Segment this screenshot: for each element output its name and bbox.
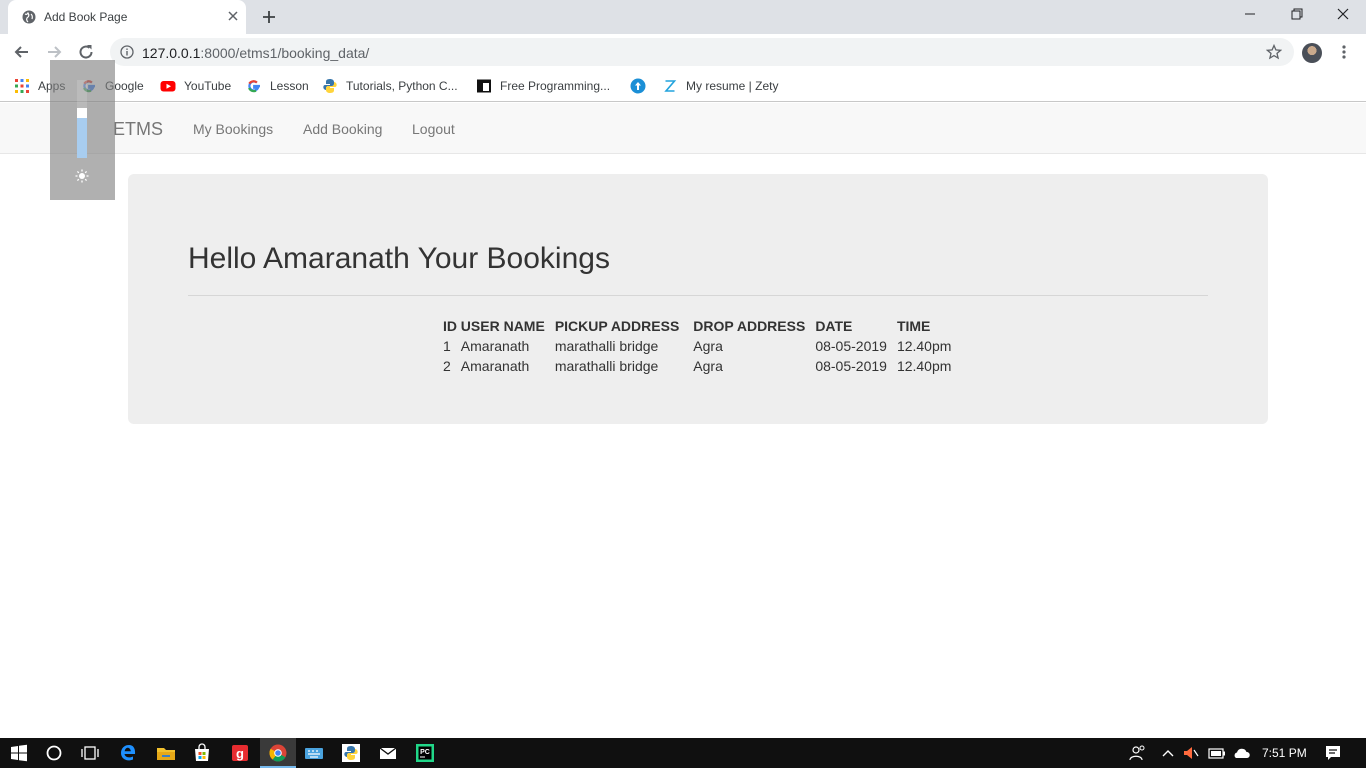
browser-tabstrip: Add Book Page (0, 0, 1366, 34)
bookmark-label: Lesson (270, 79, 309, 93)
upload-circle-icon (630, 78, 646, 94)
bookmark-label: Free Programming... (500, 79, 611, 93)
bookmark-free-programming[interactable]: Free Programming... (476, 77, 610, 95)
page-title: Hello Amaranath Your Bookings (188, 242, 610, 275)
cell-date: 08-05-2019 (815, 338, 887, 354)
column-header-date: DATE (815, 318, 853, 334)
bookmark-label: Tutorials, Python C... (346, 79, 458, 93)
nav-link-my-bookings[interactable]: My Bookings (193, 121, 273, 137)
back-icon[interactable] (12, 42, 32, 62)
brightness-icon (75, 169, 89, 183)
pycharm-icon[interactable]: PC (415, 743, 435, 763)
bookmarks-bar: Apps Google YouTube Lesson (0, 70, 1366, 102)
battery-icon[interactable] (1207, 743, 1227, 763)
cell-id: 2 (443, 358, 451, 374)
apps-grid-icon (15, 79, 29, 93)
cell-id: 1 (443, 338, 451, 354)
nav-link-add-booking[interactable]: Add Booking (303, 121, 382, 137)
cell-time: 12.40pm (896, 338, 952, 354)
task-view-icon[interactable] (80, 743, 100, 763)
column-header-drop-address: DROP ADDRESS (693, 318, 806, 334)
forward-icon[interactable] (44, 42, 64, 62)
cell-user-name: Amaranath (460, 338, 530, 354)
zety-icon (664, 80, 677, 92)
svg-text:g: g (236, 746, 244, 761)
cell-time: 12.40pm (896, 358, 952, 374)
keyboard-icon[interactable] (304, 743, 324, 763)
column-header-pickup-address: PICKUP ADDRESS (554, 318, 680, 334)
file-explorer-icon[interactable] (156, 743, 176, 763)
tab-title: Add Book Page (44, 10, 128, 24)
bookmark-tutorials[interactable]: Tutorials, Python C... (322, 77, 458, 95)
taskbar-clock[interactable]: 7:51 PM (1262, 746, 1307, 760)
cell-pickup-address: marathalli bridge (554, 338, 659, 354)
cell-date: 08-05-2019 (815, 358, 887, 374)
cell-drop-address: Agra (693, 338, 723, 354)
table-row: 2 Amaranath marathalli bridge Agra 08-05… (441, 356, 959, 376)
action-center-icon[interactable] (1323, 743, 1343, 763)
nav-link-logout[interactable]: Logout (412, 121, 455, 137)
brightness-slider-fill (77, 118, 87, 158)
column-header-id: ID (443, 318, 457, 334)
close-window-icon[interactable] (1336, 7, 1350, 21)
browser-toolbar: 127.0.0.1:8000/etms1/booking_data/ (0, 34, 1366, 70)
table-row: 1 Amaranath marathalli bridge Agra 08-05… (441, 336, 959, 356)
google-icon (248, 80, 260, 93)
url-text: 127.0.0.1:8000/etms1/booking_data/ (142, 45, 369, 61)
python-idle-icon[interactable] (341, 743, 361, 763)
divider (188, 295, 1208, 296)
onedrive-cloud-icon[interactable] (1231, 743, 1251, 763)
cell-drop-address: Agra (693, 358, 723, 374)
chrome-icon[interactable] (268, 743, 288, 763)
url-path: :8000/etms1/booking_data/ (200, 45, 370, 61)
reload-icon[interactable] (76, 42, 96, 62)
store-icon[interactable] (192, 743, 212, 763)
brightness-overlay (50, 60, 115, 200)
bookings-panel: Hello Amaranath Your Bookings ID USER NA… (128, 174, 1268, 424)
cell-user-name: Amaranath (460, 358, 530, 374)
mail-icon[interactable] (378, 743, 398, 763)
edge-browser-icon[interactable] (118, 743, 138, 763)
window-icon (477, 79, 491, 93)
brightness-slider-handle[interactable] (77, 108, 87, 118)
cell-pickup-address: marathalli bridge (554, 358, 659, 374)
column-header-user-name: USER NAME (460, 318, 545, 334)
site-navbar: ETMS My Bookings Add Booking Logout (0, 103, 1366, 154)
windows-start-icon[interactable] (9, 743, 29, 763)
address-bar[interactable]: 127.0.0.1:8000/etms1/booking_data/ (110, 38, 1294, 66)
chevron-up-icon[interactable] (1158, 743, 1178, 763)
bookmark-lesson[interactable]: Lesson (246, 77, 309, 95)
bookmark-zety[interactable]: My resume | Zety (662, 77, 778, 95)
youtube-icon (160, 81, 176, 92)
close-tab-icon[interactable] (226, 9, 240, 23)
bookmark-label: YouTube (184, 79, 232, 93)
column-header-time: TIME (896, 318, 931, 334)
url-host: 127.0.0.1 (142, 45, 201, 61)
bookings-table: ID USER NAME PICKUP ADDRESS DROP ADDRESS… (441, 316, 959, 376)
table-header-row: ID USER NAME PICKUP ADDRESS DROP ADDRESS… (441, 316, 959, 336)
brand-logo[interactable]: ETMS (113, 119, 163, 140)
restore-icon[interactable] (1290, 7, 1304, 21)
minimize-icon[interactable] (1243, 7, 1257, 21)
bookmark-youtube[interactable]: YouTube (160, 77, 231, 95)
cortana-search-icon[interactable] (44, 743, 64, 763)
windows-taskbar: g PC 7:51 PM (0, 738, 1366, 768)
python-icon (323, 79, 337, 93)
people-icon[interactable] (1128, 743, 1148, 763)
kebab-menu-icon[interactable] (1338, 44, 1350, 60)
browser-tab[interactable]: Add Book Page (8, 0, 246, 34)
bookmark-label: My resume | Zety (686, 79, 779, 93)
volume-muted-icon[interactable] (1181, 743, 1201, 763)
globe-icon (22, 10, 36, 24)
gaana-app-icon[interactable]: g (230, 743, 250, 763)
svg-text:PC: PC (420, 749, 430, 756)
bookmark-star-icon[interactable] (1266, 44, 1282, 60)
screen: Add Book Page 127.0.0.1:8000/etms1/booki… (0, 0, 1366, 768)
bookmark-upload[interactable] (630, 77, 654, 95)
new-tab-icon[interactable] (261, 9, 277, 25)
info-icon[interactable] (120, 45, 134, 59)
profile-avatar[interactable] (1302, 43, 1322, 63)
